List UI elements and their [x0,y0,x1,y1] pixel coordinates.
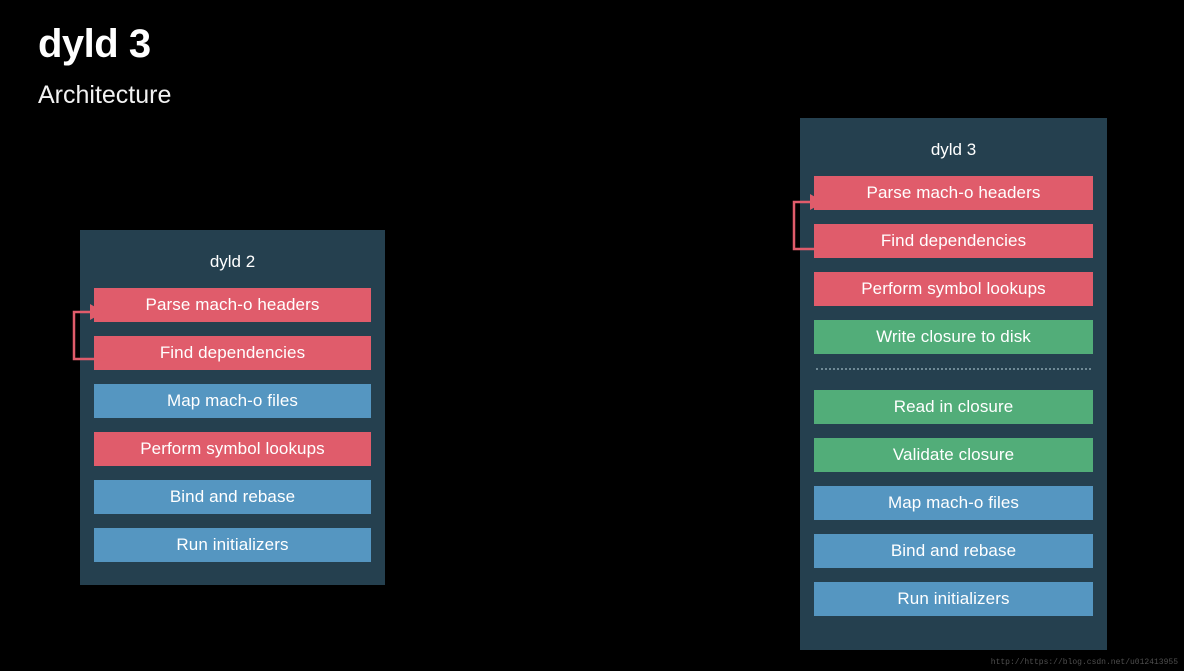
step-perform-symbol-lookups: Perform symbol lookups [94,432,371,466]
step-run-initializers: Run initializers [94,528,371,562]
watermark-text: http://https://blog.csdn.net/u012413955 [990,658,1178,667]
step-map-mach-o-files: Map mach-o files [814,486,1093,520]
step-validate-closure: Validate closure [814,438,1093,472]
step-bind-and-rebase: Bind and rebase [814,534,1093,568]
page-subtitle: Architecture [38,81,172,109]
step-label: Run initializers [897,589,1010,608]
step-parse-mach-o-headers: Parse mach-o headers [94,288,371,322]
panel-dyld3-title: dyld 3 [930,140,977,159]
step-label: Parse mach-o headers [145,295,320,314]
step-find-dependencies: Find dependencies [814,224,1093,258]
step-label: Find dependencies [159,343,306,362]
step-label: Bind and rebase [169,487,296,506]
step-label: Perform symbol lookups [140,439,325,458]
panel-divider [816,368,1091,370]
step-label: Bind and rebase [890,541,1017,560]
step-label: Find dependencies [880,231,1027,250]
step-read-in-closure: Read in closure [814,390,1093,424]
step-label: Run initializers [176,535,289,554]
step-parse-mach-o-headers: Parse mach-o headers [814,176,1093,210]
step-label: Write closure to disk [876,327,1031,346]
step-bind-and-rebase: Bind and rebase [94,480,371,514]
panel-dyld2-title: dyld 2 [209,252,256,271]
step-write-closure-to-disk: Write closure to disk [814,320,1093,354]
step-label: Map mach-o files [166,391,299,410]
step-label: Parse mach-o headers [866,183,1041,202]
step-run-initializers: Run initializers [814,582,1093,616]
page-title: dyld 3 [38,22,151,66]
step-label: Perform symbol lookups [861,279,1046,298]
step-label: Map mach-o files [887,493,1020,512]
step-find-dependencies: Find dependencies [94,336,371,370]
step-perform-symbol-lookups: Perform symbol lookups [814,272,1093,306]
panel-dyld3: dyld 3 Parse mach-o headers Find depende… [800,118,1107,650]
step-map-mach-o-files: Map mach-o files [94,384,371,418]
step-label: Validate closure [892,445,1015,464]
step-label: Read in closure [893,397,1014,416]
panel-dyld2: dyld 2 Parse mach-o headers Find depende… [80,230,385,585]
